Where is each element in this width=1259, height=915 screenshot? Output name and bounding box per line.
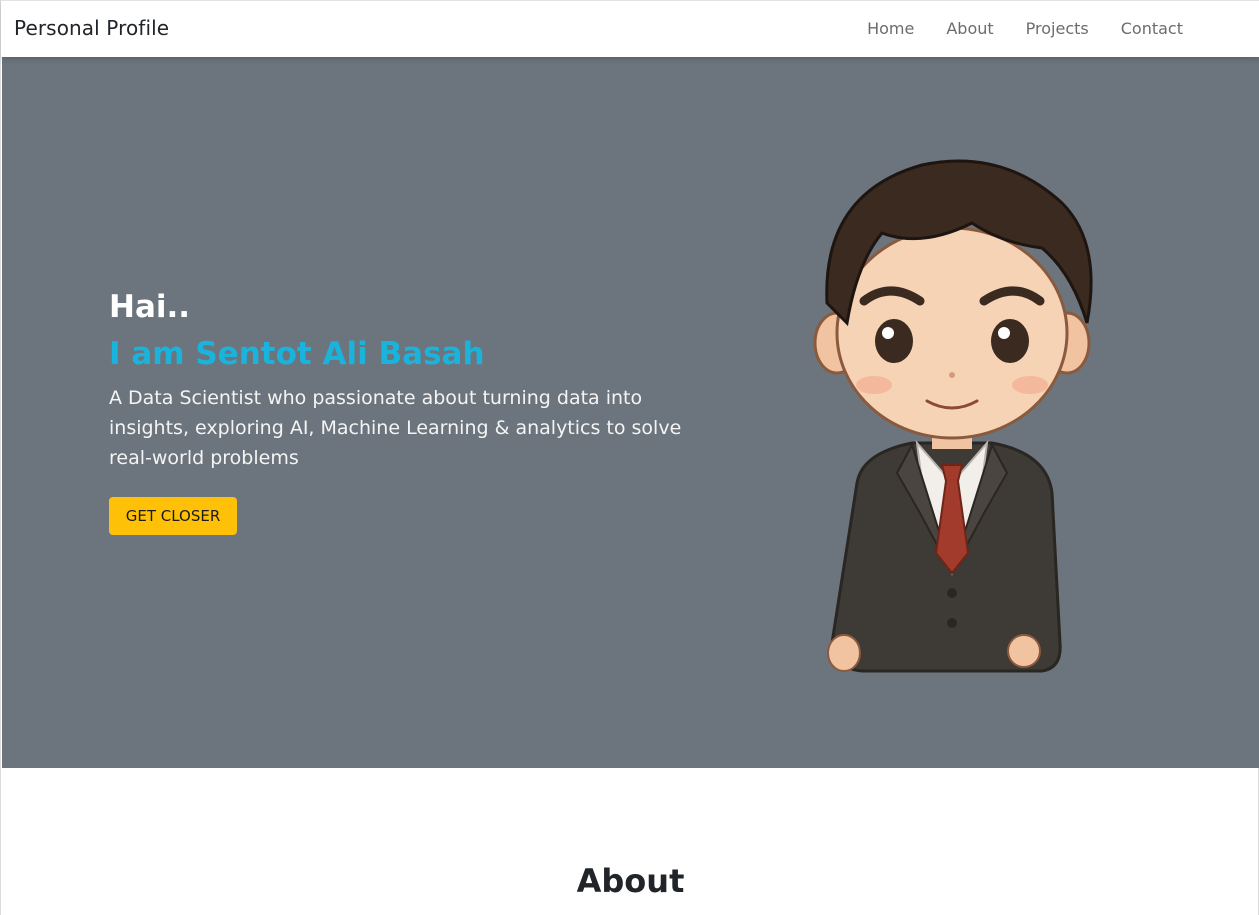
nav-link-contact[interactable]: Contact xyxy=(1121,19,1183,38)
hero-section: Hai.. I am Sentot Ali Basah A Data Scien… xyxy=(2,57,1259,768)
avatar-illustration xyxy=(813,159,1093,673)
hero-greeting: Hai.. xyxy=(109,289,191,325)
about-section-title: About xyxy=(576,862,685,900)
eye-left-highlight xyxy=(882,327,894,339)
jacket-button xyxy=(947,588,957,598)
jacket-button xyxy=(947,618,957,628)
cheek-left xyxy=(856,376,892,394)
nav-links: Home About Projects Contact xyxy=(835,19,1183,38)
nav-link-about[interactable]: About xyxy=(946,19,993,38)
nav-link-home[interactable]: Home xyxy=(867,19,914,38)
hand-right xyxy=(1007,634,1041,668)
eye-left xyxy=(875,319,913,363)
nav-link-projects[interactable]: Projects xyxy=(1026,19,1089,38)
get-closer-button[interactable]: GET CLOSER xyxy=(109,497,237,535)
hand-left xyxy=(827,634,861,672)
nose xyxy=(949,372,955,378)
cheek-right xyxy=(1012,376,1048,394)
hero-name: I am Sentot Ali Basah xyxy=(109,336,485,372)
page-frame: Personal Profile Home About Projects Con… xyxy=(0,0,1259,915)
eye-right-highlight xyxy=(998,327,1010,339)
hero-description: A Data Scientist who passionate about tu… xyxy=(109,387,682,469)
eye-right xyxy=(991,319,1029,363)
navbar: Personal Profile Home About Projects Con… xyxy=(1,0,1259,57)
brand-link[interactable]: Personal Profile xyxy=(14,16,169,40)
